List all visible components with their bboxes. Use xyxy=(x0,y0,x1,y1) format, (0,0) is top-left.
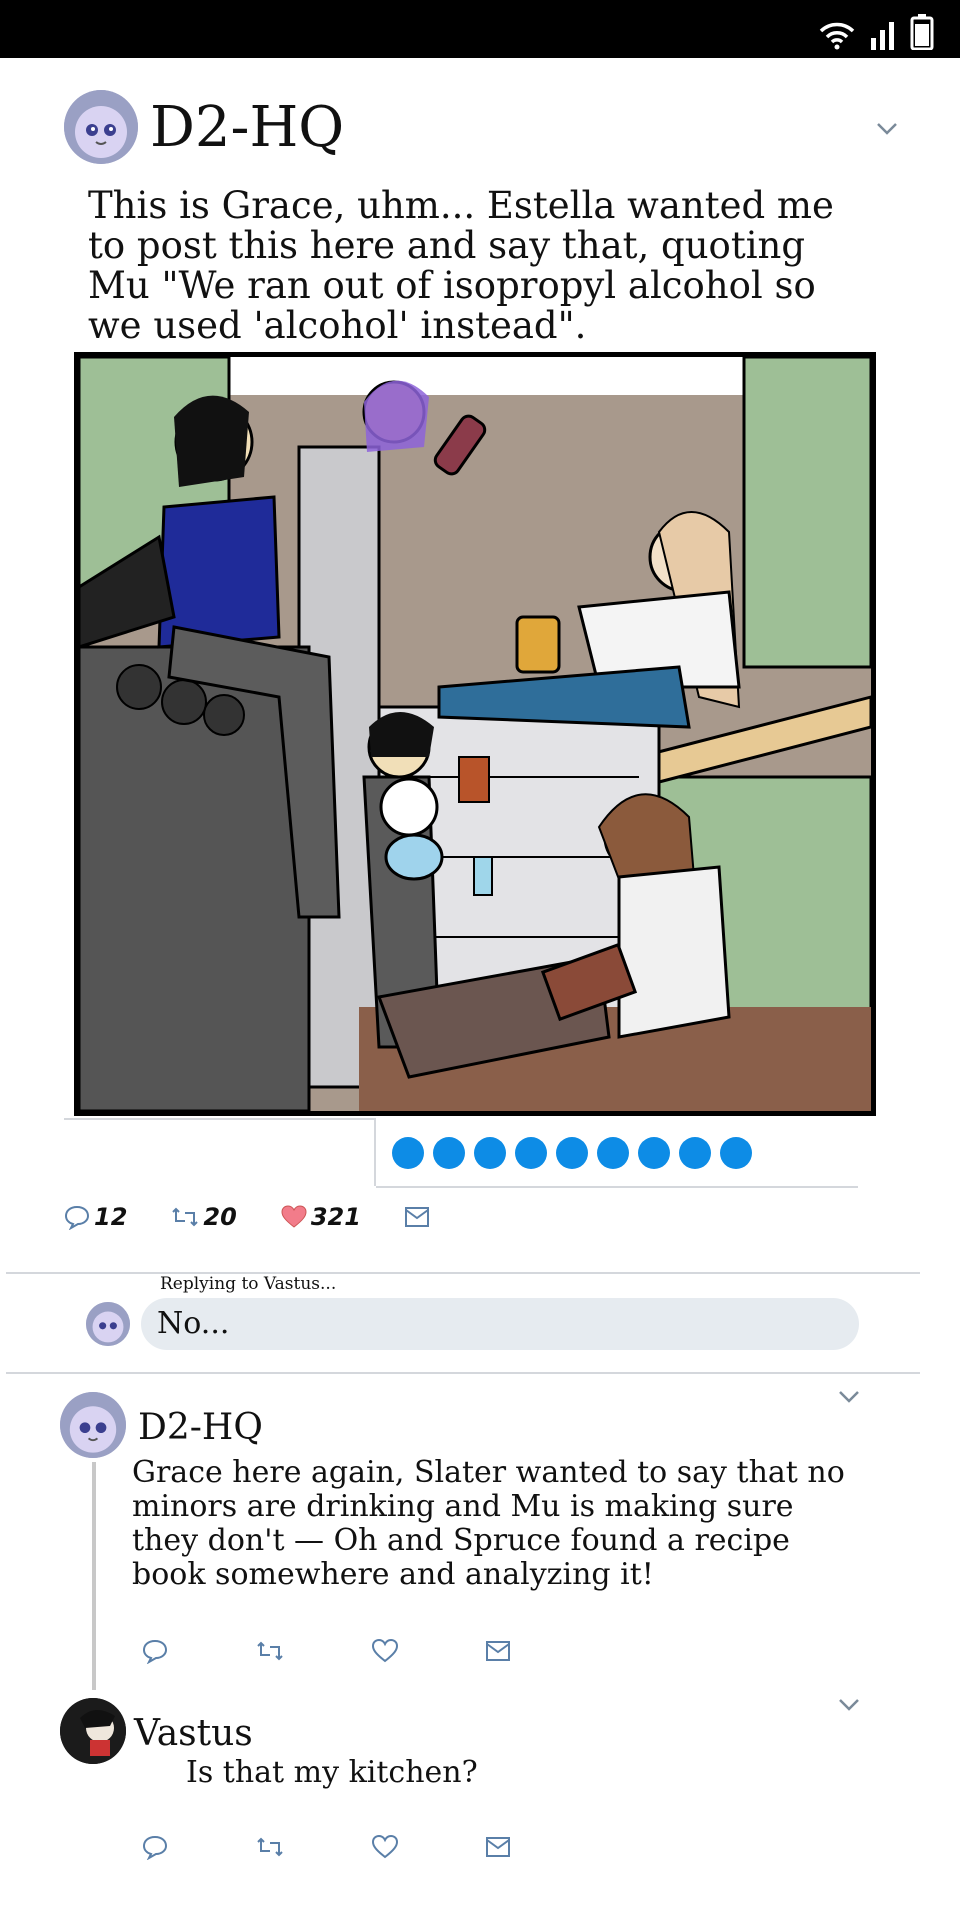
retweet-icon xyxy=(172,1207,199,1227)
author-name[interactable]: D2-HQ xyxy=(150,100,344,156)
dots-separator xyxy=(374,1118,376,1186)
post-image[interactable] xyxy=(74,352,876,1116)
actions-top-divider xyxy=(376,1186,858,1188)
carousel-dot[interactable] xyxy=(556,1137,588,1169)
reply-count: 12 xyxy=(94,1203,128,1231)
reply-actions xyxy=(142,1638,510,1664)
reply-input[interactable]: No... xyxy=(141,1298,859,1350)
post-actions: 12 20 321 xyxy=(64,1203,429,1231)
reply-button[interactable]: 12 xyxy=(64,1203,127,1231)
carousel-dot[interactable] xyxy=(433,1137,465,1169)
image-footer-divider xyxy=(64,1118,376,1120)
kitchen-drawing xyxy=(79,357,871,1111)
mail-icon[interactable] xyxy=(486,1641,510,1661)
mail-icon xyxy=(404,1207,429,1227)
reply-icon xyxy=(64,1205,90,1230)
chevron-down-icon[interactable] xyxy=(834,1382,864,1412)
wifi-icon xyxy=(819,22,855,50)
reply-icon[interactable] xyxy=(142,1834,168,1860)
author-avatar[interactable] xyxy=(64,90,138,164)
composer-avatar xyxy=(86,1302,130,1346)
retweet-button[interactable]: 20 xyxy=(171,1203,237,1231)
replying-to-label: Replying to Vastus... xyxy=(160,1274,337,1294)
like-button[interactable]: 321 xyxy=(281,1203,361,1231)
retweet-icon[interactable] xyxy=(256,1639,284,1663)
battery-icon xyxy=(910,14,934,50)
reply-icon[interactable] xyxy=(142,1638,168,1664)
heart-icon xyxy=(281,1205,307,1228)
message-button[interactable] xyxy=(404,1207,429,1227)
signal-icon xyxy=(871,22,894,50)
status-bar xyxy=(0,0,960,58)
carousel-dot[interactable] xyxy=(720,1137,752,1169)
like-count: 321 xyxy=(310,1203,361,1231)
chevron-down-icon[interactable] xyxy=(872,114,902,144)
heart-icon[interactable] xyxy=(372,1835,398,1859)
mail-icon[interactable] xyxy=(486,1837,510,1857)
carousel-dot[interactable] xyxy=(597,1137,629,1169)
reply-text: Grace here again, Slater wanted to say t… xyxy=(132,1455,845,1592)
retweet-count: 20 xyxy=(203,1203,237,1231)
reply-actions xyxy=(142,1834,510,1860)
carousel-dots[interactable] xyxy=(392,1137,752,1169)
section-divider xyxy=(6,1272,920,1274)
carousel-dot[interactable] xyxy=(515,1137,547,1169)
thread-line xyxy=(92,1462,96,1690)
carousel-dot[interactable] xyxy=(638,1137,670,1169)
reply-author-name[interactable]: Vastus xyxy=(134,1716,253,1752)
section-divider-2 xyxy=(6,1372,920,1374)
heart-icon[interactable] xyxy=(372,1639,398,1663)
chevron-down-icon[interactable] xyxy=(834,1690,864,1720)
carousel-dot[interactable] xyxy=(392,1137,424,1169)
reply-author-avatar[interactable] xyxy=(60,1698,126,1764)
post-text: This is Grace, uhm... Estella wanted me … xyxy=(88,184,834,347)
carousel-dot[interactable] xyxy=(474,1137,506,1169)
reply-text: Is that my kitchen? xyxy=(186,1755,478,1790)
carousel-dot[interactable] xyxy=(679,1137,711,1169)
retweet-icon[interactable] xyxy=(256,1835,284,1859)
reply-author-name[interactable]: D2-HQ xyxy=(138,1410,263,1446)
reply-author-avatar[interactable] xyxy=(60,1392,126,1458)
